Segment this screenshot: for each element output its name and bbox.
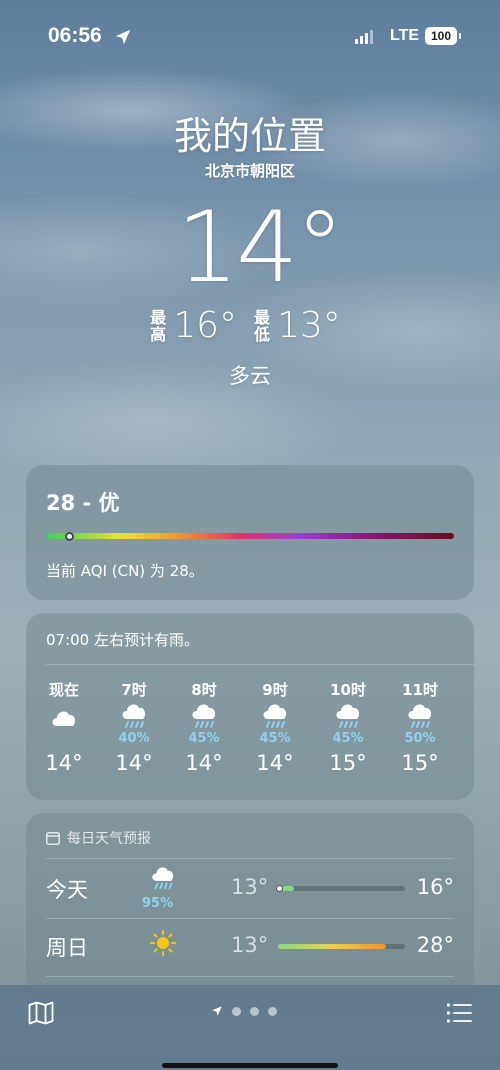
hour-temp: 14° (185, 751, 223, 775)
weather-header: 我的位置 北京市朝阳区 14° 最高 16° 最低 13° 多云 (0, 105, 500, 390)
hour-temp: 15° (401, 751, 439, 775)
current-temp-marker (276, 885, 283, 892)
hour-temp: 14° (115, 751, 153, 775)
hour-temp: 14° (45, 751, 83, 775)
calendar-icon (46, 831, 60, 845)
battery-icon: 100 (425, 27, 461, 45)
precip-chance: 95% (142, 896, 174, 911)
daily-title: 每日天气预报 (67, 831, 151, 847)
divider (46, 976, 454, 977)
precip-chance: 45% (332, 731, 364, 746)
cellular-signal-icon (355, 30, 378, 44)
temp-range-fill (278, 944, 386, 949)
daily-header: 每日天气预报 (46, 828, 151, 848)
page-dot[interactable] (268, 1006, 277, 1016)
rain-cloud-icon (102, 699, 166, 735)
page-dot[interactable] (232, 1006, 241, 1016)
aqi-title: 28 - 优 (46, 491, 120, 515)
hour-label: 9时 (262, 681, 288, 699)
rain-cloud-icon (388, 699, 452, 735)
daily-forecast-card[interactable]: 每日天气预报 今天 95% 13° 16° 周日 13° 28° (26, 813, 474, 1013)
hour-label: 11时 (402, 681, 438, 699)
location-subtitle: 北京市朝阳区 (204, 162, 295, 180)
precip-chance: 45% (259, 731, 291, 746)
hourly-item: 11时 50% 15° (388, 679, 452, 775)
high-temp: 16° (173, 305, 237, 346)
low-label: 最低 (253, 307, 270, 344)
day-low: 13° (231, 933, 269, 957)
cloud-icon (32, 699, 96, 735)
day-name: 今天 (46, 878, 88, 902)
daily-row-today[interactable]: 今天 95% 13° 16° (46, 860, 454, 918)
hour-temp: 14° (256, 751, 294, 775)
location-arrow-icon (115, 29, 131, 45)
status-time: 06:56 (48, 24, 102, 47)
hour-label: 7时 (121, 681, 147, 699)
day-name: 周日 (46, 936, 88, 960)
low-temp: 13° (277, 305, 341, 346)
aqi-description: 当前 AQI (CN) 为 28。 (46, 562, 204, 580)
rain-cloud-icon (172, 699, 236, 735)
page-indicator[interactable] (211, 1005, 277, 1017)
precip-chance: 50% (404, 731, 436, 746)
location-title: 我的位置 (173, 114, 326, 158)
hour-temp: 15° (329, 751, 367, 775)
location-arrow-icon (212, 1006, 222, 1016)
temp-range-bar (276, 885, 405, 892)
bottom-toolbar (0, 985, 500, 1070)
temp-range-fill (282, 886, 294, 891)
page-dot[interactable] (250, 1006, 259, 1016)
home-indicator[interactable] (162, 1063, 338, 1068)
aqi-scale-bar (46, 533, 454, 539)
hour-label: 8时 (191, 681, 217, 699)
aqi-card[interactable]: 28 - 优 当前 AQI (CN) 为 28。 (26, 465, 474, 600)
day-low: 13° (231, 875, 269, 899)
hourly-item: 10时 45% 15° (316, 679, 380, 775)
day-high: 28° (416, 933, 454, 957)
hourly-item: 8时 45% 14° (172, 679, 236, 775)
hourly-item: 7时 40% 14° (102, 679, 166, 775)
map-icon[interactable] (28, 1001, 54, 1025)
precip-chance: 40% (118, 731, 150, 746)
hourly-item: 现在 14° (32, 679, 96, 775)
hourly-summary: 07:00 左右预计有雨。 (46, 631, 199, 649)
divider (46, 664, 474, 665)
hour-label: 现在 (48, 681, 79, 699)
rain-cloud-icon (146, 866, 180, 896)
temp-range-bar (278, 944, 405, 949)
hour-label: 10时 (330, 681, 366, 699)
daily-row-sunday[interactable]: 周日 13° 28° (46, 918, 454, 976)
hourly-forecast-card[interactable]: 07:00 左右预计有雨。 现在 14° 7时 40% 14° 8时 45% 1… (26, 613, 474, 800)
rain-cloud-icon (316, 699, 380, 735)
status-bar: 06:56 LTE 100 (0, 0, 500, 70)
precip-chance: 45% (188, 731, 220, 746)
rain-cloud-icon (243, 699, 307, 735)
hourly-item: 9时 45% 14° (243, 679, 307, 775)
list-icon[interactable] (446, 1002, 472, 1024)
current-temperature: 14° (176, 191, 345, 305)
network-type: LTE (390, 27, 420, 44)
high-label: 最高 (150, 307, 167, 344)
precip-chance (32, 731, 96, 747)
divider (46, 858, 454, 859)
day-high: 16° (416, 875, 454, 899)
high-low: 最高 16° 最低 13° (0, 305, 500, 346)
sun-icon (146, 930, 180, 960)
weather-condition: 多云 (229, 364, 271, 388)
